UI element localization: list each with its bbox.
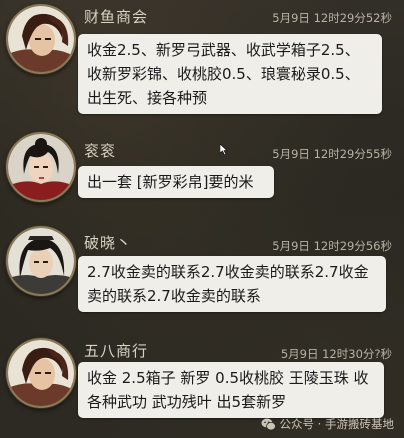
message-bubble[interactable]: 收金 2.5箱子 新罗 0.5收桃胶 王陵玉珠 收 各种武功 武功残叶 出5套新… (78, 362, 384, 418)
sender-name[interactable]: 破晓丶 (84, 232, 132, 253)
mouse-cursor-icon (219, 140, 228, 159)
message-line: 出生死、接各种预 (87, 89, 208, 107)
message-bubble[interactable]: 出一套 [新罗彩帛]要的米 (78, 166, 274, 198)
message-bubble[interactable]: 2.7收金卖的联系2.7收金卖的联系2.7收金 卖的联系2.7收金卖的联系 (78, 256, 386, 312)
message-timestamp: 5月9日 12时29分56秒 (272, 239, 392, 253)
message-bubble[interactable]: 收金2.5、新罗弓武器、收武学箱子2.5、 收新罗彩锦、收桃胶0.5、琅寰秘录0… (78, 34, 382, 114)
message-line: 收金2.5、新罗弓武器、收武学箱子2.5、 (87, 41, 360, 59)
wechat-icon (261, 418, 276, 431)
message-line: 卖的联系2.7收金卖的联系 (87, 287, 261, 305)
message-line: 出一套 [新罗彩帛]要的米 (87, 173, 254, 191)
male-warrior-avatar[interactable] (6, 4, 76, 74)
message-line: 收新罗彩锦、收桃胶0.5、琅寰秘录0.5、 (87, 65, 360, 83)
sender-name[interactable]: 衮衮 (84, 140, 116, 161)
message-line: 2.7收金卖的联系2.7收金卖的联系2.7收金 (87, 263, 369, 281)
watermark-label: 公众号 · 手游搬砖基地 (279, 417, 394, 431)
female-avatar[interactable] (6, 132, 76, 202)
watermark: 公众号 · 手游搬砖基地 (261, 416, 394, 432)
message-timestamp: 5月9日 12时30分?秒 (280, 347, 392, 361)
message-timestamp: 5月9日 12时29分55秒 (272, 147, 392, 161)
male-warrior-avatar[interactable] (6, 338, 76, 408)
message-line: 各种武功 武功残叶 出5套新罗 (87, 393, 287, 411)
sender-name[interactable]: 五八商行 (84, 340, 148, 361)
message-line: 收金 2.5箱子 新罗 0.5收桃胶 王陵玉珠 收 (87, 369, 369, 387)
male-longhair-avatar[interactable] (6, 226, 76, 296)
message-timestamp: 5月9日 12时29分52秒 (272, 11, 392, 25)
sender-name[interactable]: 财鱼商会 (84, 6, 148, 27)
